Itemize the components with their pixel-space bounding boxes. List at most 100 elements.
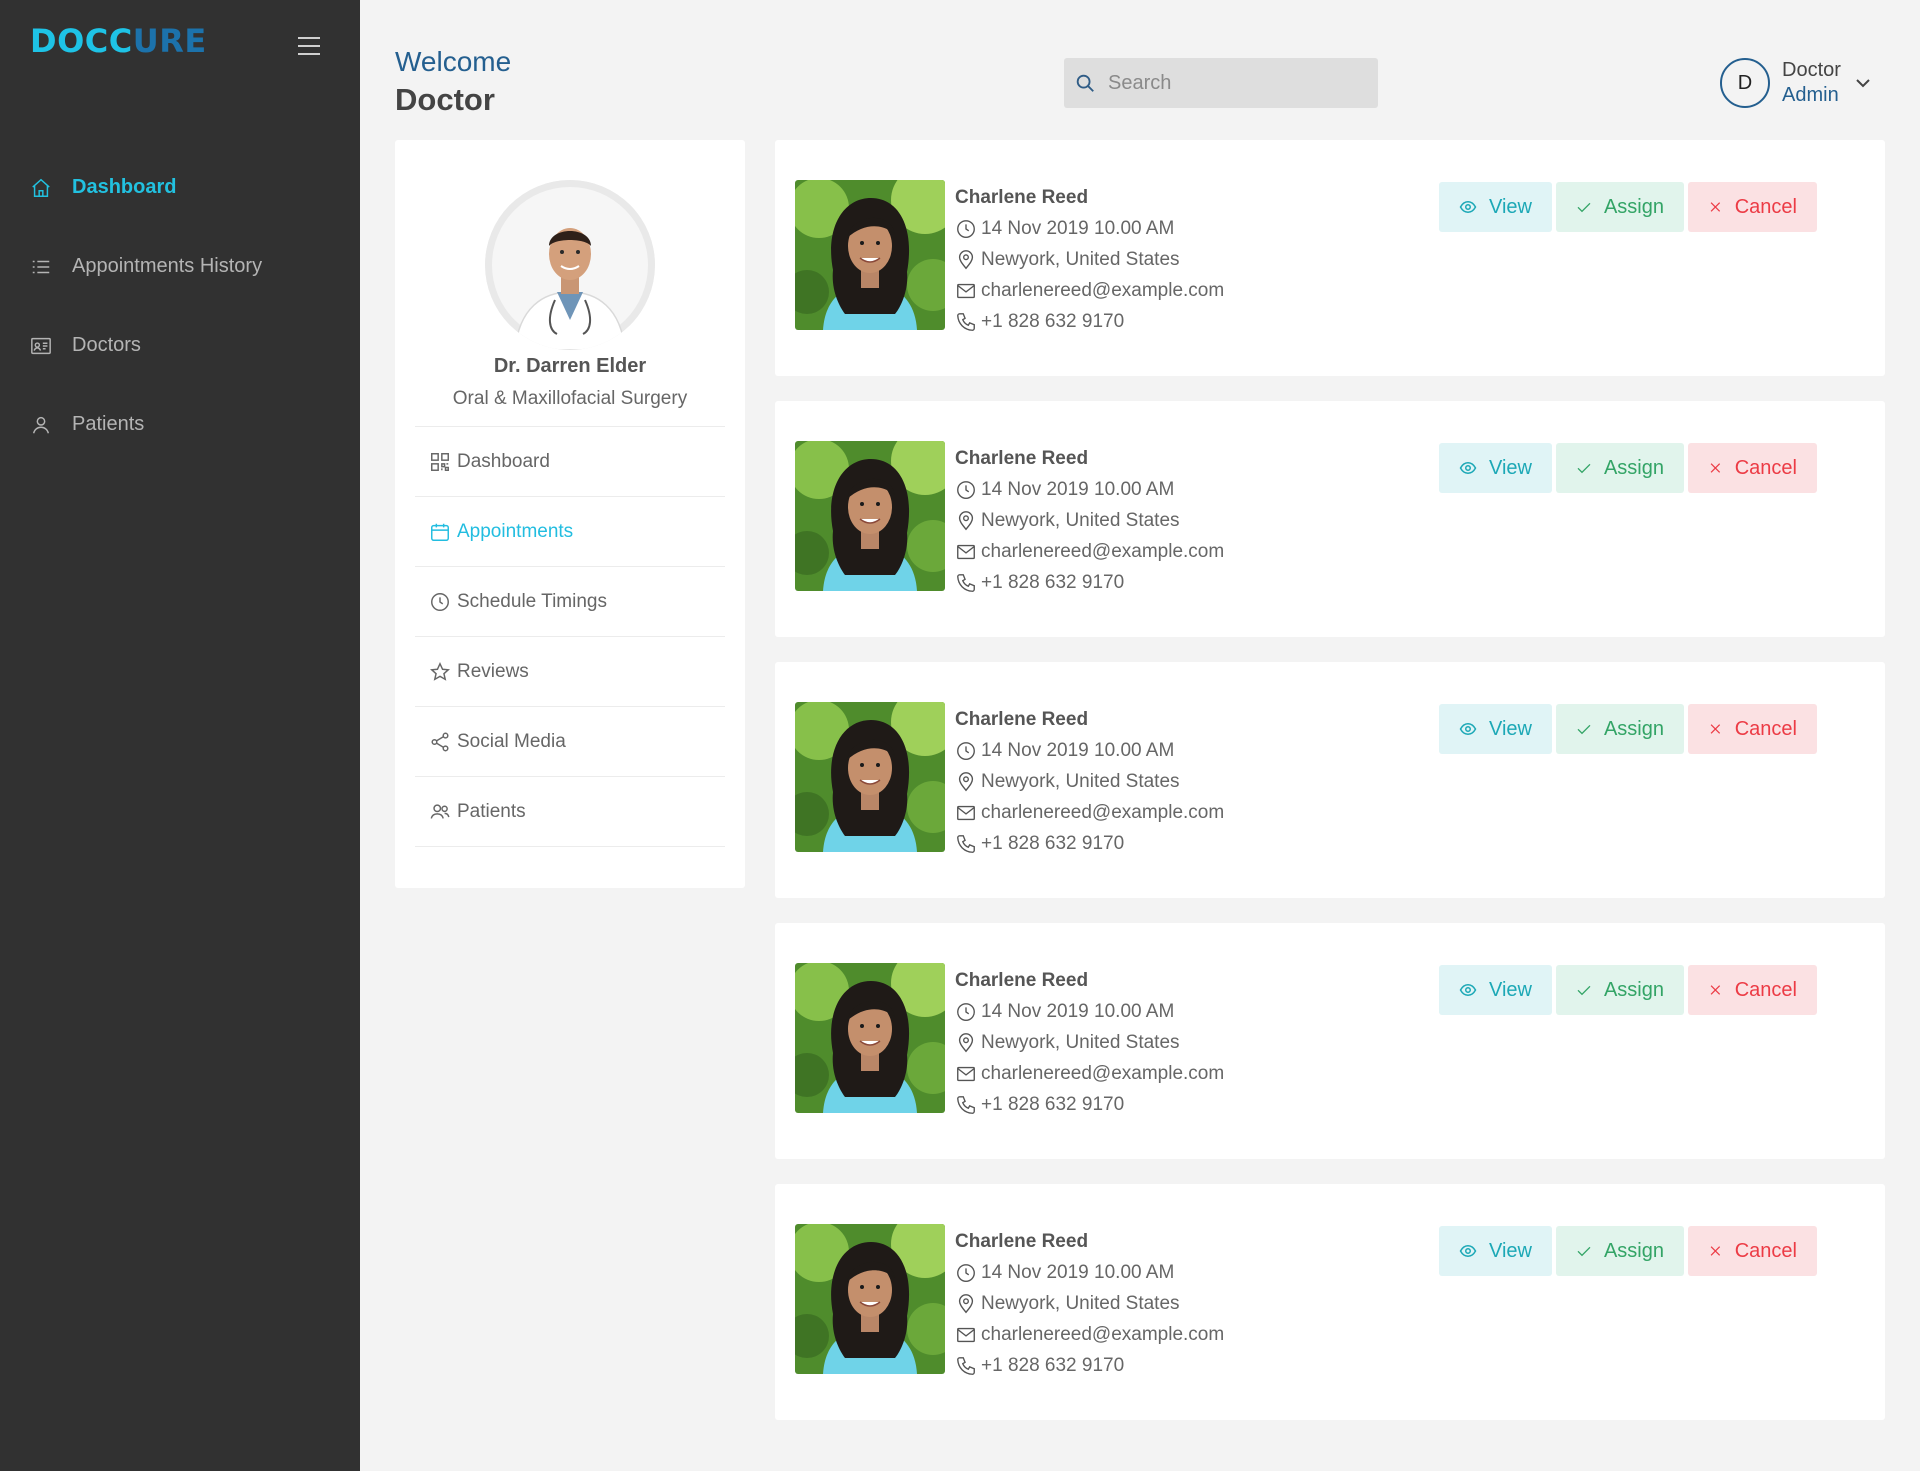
appointment-details: Charlene Reed 14 Nov 2019 10.00 AM Newyo… bbox=[955, 704, 1224, 859]
patient-name[interactable]: Charlene Reed bbox=[955, 1226, 1224, 1257]
patient-location: Newyork, United States bbox=[955, 505, 1224, 536]
assign-button-label: Assign bbox=[1603, 717, 1664, 740]
view-button[interactable]: View bbox=[1439, 182, 1552, 232]
sidebar-item-doctors[interactable]: Doctors bbox=[0, 306, 360, 385]
doctor-menu-appointments[interactable]: Appointments bbox=[415, 497, 725, 567]
doctor-menu-label: Schedule Timings bbox=[457, 590, 607, 612]
patient-email-text: charlenereed@example.com bbox=[981, 801, 1225, 823]
cancel-button[interactable]: Cancel bbox=[1688, 704, 1817, 754]
patient-phone-text: +1 828 632 9170 bbox=[981, 1093, 1125, 1115]
eye-icon bbox=[1459, 461, 1477, 475]
view-button[interactable]: View bbox=[1439, 965, 1552, 1015]
eye-icon bbox=[1459, 1244, 1477, 1258]
assign-button[interactable]: Assign bbox=[1556, 965, 1684, 1015]
doctor-photo bbox=[485, 180, 655, 350]
check-icon bbox=[1577, 985, 1591, 996]
assign-button[interactable]: Assign bbox=[1556, 182, 1684, 232]
user-menu[interactable]: D Doctor Admin bbox=[1720, 58, 1871, 108]
doctor-name: Dr. Darren Elder bbox=[493, 355, 647, 377]
logo[interactable]: DOCCURE bbox=[30, 22, 207, 60]
patient-phone-text: +1 828 632 9170 bbox=[981, 1354, 1125, 1376]
menu-toggle-icon[interactable] bbox=[298, 37, 320, 55]
envelope-icon bbox=[957, 283, 975, 298]
search-box[interactable] bbox=[1064, 58, 1378, 108]
envelope-icon bbox=[957, 544, 975, 559]
sidebar-item-dashboard[interactable]: Dashboard bbox=[0, 148, 360, 227]
patient-photo[interactable] bbox=[795, 180, 945, 330]
appointment-actions: View Assign Cancel bbox=[1439, 443, 1821, 493]
patient-name[interactable]: Charlene Reed bbox=[955, 443, 1224, 474]
assign-button[interactable]: Assign bbox=[1556, 1226, 1684, 1276]
appointment-datetime-text: 14 Nov 2019 10.00 AM bbox=[981, 739, 1175, 761]
doctor-menu-schedule-timings[interactable]: Schedule Timings bbox=[415, 567, 725, 637]
user-name-line1: Doctor bbox=[1782, 59, 1841, 81]
appointment-list: Charlene Reed 14 Nov 2019 10.00 AM Newyo… bbox=[775, 140, 1885, 1445]
welcome-text: Welcome bbox=[395, 46, 512, 77]
patient-location-text: Newyork, United States bbox=[981, 1031, 1180, 1053]
cancel-button[interactable]: Cancel bbox=[1688, 965, 1817, 1015]
patient-location: Newyork, United States bbox=[955, 1288, 1224, 1319]
sidebar-item-appointments-history[interactable]: Appointments History bbox=[0, 227, 360, 306]
clock-icon bbox=[431, 592, 449, 611]
search-icon bbox=[1076, 74, 1094, 92]
patient-photo[interactable] bbox=[795, 702, 945, 852]
patient-location: Newyork, United States bbox=[955, 766, 1224, 797]
check-icon bbox=[1577, 1246, 1591, 1257]
appointment-actions: View Assign Cancel bbox=[1439, 182, 1821, 232]
clock-icon bbox=[957, 480, 975, 499]
assign-button-label: Assign bbox=[1603, 978, 1664, 1001]
patient-phone-text: +1 828 632 9170 bbox=[981, 571, 1125, 593]
doctor-menu-patients[interactable]: Patients bbox=[415, 777, 725, 847]
patient-phone-text: +1 828 632 9170 bbox=[981, 310, 1125, 332]
cancel-button-label: Cancel bbox=[1734, 717, 1797, 740]
doctor-menu-dashboard[interactable]: Dashboard bbox=[415, 427, 725, 497]
envelope-icon bbox=[957, 1066, 975, 1081]
patient-email: charlenereed@example.com bbox=[955, 275, 1224, 306]
sidebar-item-label: Doctors bbox=[72, 334, 141, 356]
phone-icon bbox=[957, 1095, 975, 1114]
patient-phone: +1 828 632 9170 bbox=[955, 1350, 1224, 1381]
view-button[interactable]: View bbox=[1439, 704, 1552, 754]
sidebar-item-patients[interactable]: Patients bbox=[0, 385, 360, 464]
appointment-datetime: 14 Nov 2019 10.00 AM bbox=[955, 996, 1224, 1027]
chevron-down-icon[interactable] bbox=[1855, 75, 1871, 91]
patient-photo[interactable] bbox=[795, 1224, 945, 1374]
eye-icon bbox=[1459, 722, 1477, 736]
view-button-label: View bbox=[1489, 717, 1532, 740]
logo-text-accent: URE bbox=[132, 22, 207, 60]
patient-photo[interactable] bbox=[795, 963, 945, 1113]
patient-location-text: Newyork, United States bbox=[981, 770, 1180, 792]
appointment-details: Charlene Reed 14 Nov 2019 10.00 AM Newyo… bbox=[955, 965, 1224, 1120]
patient-name[interactable]: Charlene Reed bbox=[955, 704, 1224, 735]
envelope-icon bbox=[957, 805, 975, 820]
cancel-button[interactable]: Cancel bbox=[1688, 1226, 1817, 1276]
welcome-heading: Welcome Doctor bbox=[395, 46, 511, 118]
map-pin-icon bbox=[958, 1293, 974, 1313]
cancel-button-label: Cancel bbox=[1734, 195, 1797, 218]
patient-name[interactable]: Charlene Reed bbox=[955, 965, 1224, 996]
search-input[interactable] bbox=[1108, 71, 1348, 95]
patient-name[interactable]: Charlene Reed bbox=[955, 182, 1224, 213]
sidebar: DOCCURE Dashboard Appointments History D… bbox=[0, 0, 360, 1471]
assign-button[interactable]: Assign bbox=[1556, 704, 1684, 754]
cancel-button[interactable]: Cancel bbox=[1688, 182, 1817, 232]
view-button[interactable]: View bbox=[1439, 1226, 1552, 1276]
appointment-actions: View Assign Cancel bbox=[1439, 704, 1821, 754]
list-icon bbox=[32, 260, 50, 273]
map-pin-icon bbox=[958, 249, 974, 269]
eye-icon bbox=[1459, 983, 1477, 997]
close-icon bbox=[1710, 985, 1721, 995]
view-button-label: View bbox=[1489, 195, 1532, 218]
view-button[interactable]: View bbox=[1439, 443, 1552, 493]
user-name-line2: Admin bbox=[1782, 84, 1839, 106]
cancel-button[interactable]: Cancel bbox=[1688, 443, 1817, 493]
doctor-menu-social-media[interactable]: Social Media bbox=[415, 707, 725, 777]
view-button-label: View bbox=[1489, 978, 1532, 1001]
appointment-actions: View Assign Cancel bbox=[1439, 1226, 1821, 1276]
patient-photo[interactable] bbox=[795, 441, 945, 591]
appointment-card: Charlene Reed 14 Nov 2019 10.00 AM Newyo… bbox=[775, 923, 1885, 1159]
assign-button[interactable]: Assign bbox=[1556, 443, 1684, 493]
user-name: Doctor Admin bbox=[1782, 58, 1841, 108]
cancel-button-label: Cancel bbox=[1734, 1239, 1797, 1262]
doctor-menu-reviews[interactable]: Reviews bbox=[415, 637, 725, 707]
